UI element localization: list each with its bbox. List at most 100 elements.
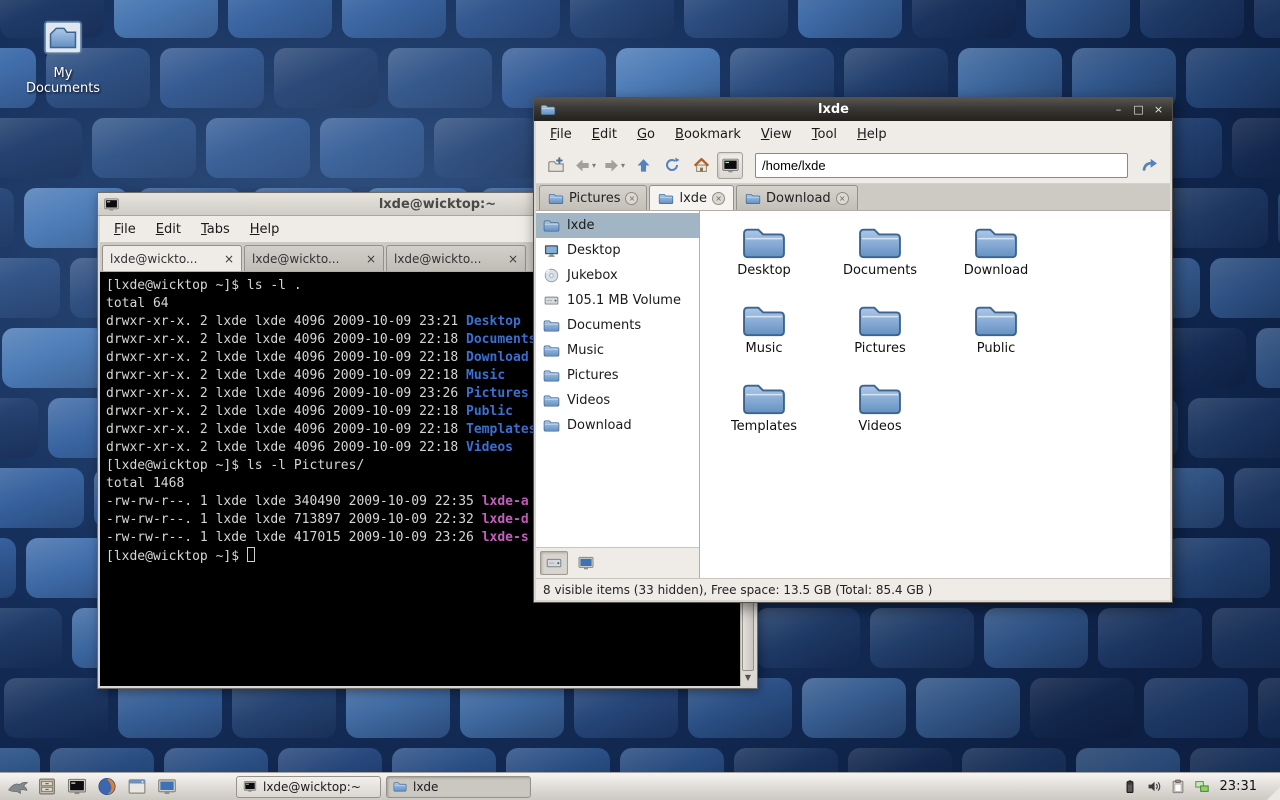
fm-tab-bar: Pictures×lxde×Download× xyxy=(536,184,1170,211)
open-terminal-button[interactable] xyxy=(717,152,743,179)
tab-close-icon[interactable]: × xyxy=(712,192,725,205)
path-input[interactable] xyxy=(755,153,1128,178)
terminal-menu-edit[interactable]: Edit xyxy=(146,219,191,240)
terminal-dir-name: Download xyxy=(466,350,529,365)
quicklaunch-file-manager-button[interactable] xyxy=(33,774,60,800)
tab-close-icon[interactable]: × xyxy=(836,192,849,205)
forward-button[interactable]: ▾ xyxy=(601,152,627,179)
fm-menubar: FileEditGoBookmarkViewToolHelp xyxy=(536,121,1170,147)
taskbar-window-lxde[interactable]: lxde xyxy=(386,776,531,798)
folder-icon xyxy=(740,379,788,417)
terminal-tab[interactable]: lxde@wickto...× xyxy=(244,245,384,271)
scrollbar-down-arrow-icon[interactable]: ▼ xyxy=(742,671,754,685)
terminal-menu-help[interactable]: Help xyxy=(240,219,290,240)
sidebar-item-label: Jukebox xyxy=(567,268,618,283)
sidebar-item-105-1-mb-volume[interactable]: 105.1 MB Volume xyxy=(536,288,699,313)
folder-item-music[interactable]: Music xyxy=(706,301,822,379)
fm-menu-help[interactable]: Help xyxy=(847,124,897,145)
quicklaunch-terminal-button[interactable] xyxy=(63,774,90,800)
terminal-tab[interactable]: lxde@wickto...× xyxy=(102,245,242,271)
clipboard-tray-icon[interactable] xyxy=(1170,779,1186,794)
folder-item-label: Pictures xyxy=(854,341,905,356)
desktop-icon-my-documents[interactable]: My Documents xyxy=(24,14,102,96)
sidebar-item-jukebox[interactable]: Jukebox xyxy=(536,263,699,288)
battery-tray-icon[interactable] xyxy=(1122,779,1138,794)
battery-icon xyxy=(1122,779,1138,794)
refresh-button[interactable] xyxy=(659,152,685,179)
taskbar-window-lxde-wicktop[interactable]: lxde@wicktop:~ xyxy=(236,776,381,798)
folder-icon xyxy=(856,301,904,339)
folder-icon xyxy=(543,368,560,383)
minimize-button[interactable]: – xyxy=(1111,102,1126,117)
up-button[interactable] xyxy=(630,152,656,179)
terminal-tab[interactable]: lxde@wickto...× xyxy=(386,245,526,271)
tab-close-icon[interactable]: × xyxy=(625,192,638,205)
sidebar-item-label: Videos xyxy=(567,393,610,408)
tab-close-icon[interactable]: × xyxy=(224,252,234,266)
folder-item-public[interactable]: Public xyxy=(938,301,1054,379)
back-history-chevron-icon[interactable]: ▾ xyxy=(592,161,596,170)
fm-menu-bookmark[interactable]: Bookmark xyxy=(665,124,751,145)
terminal-dir-name: Documents xyxy=(466,332,536,347)
sidebar-item-label: Pictures xyxy=(567,368,618,383)
folder-item-download[interactable]: Download xyxy=(938,223,1054,301)
quicklaunch-screen-button[interactable] xyxy=(153,774,180,800)
folder-icon xyxy=(543,318,560,333)
close-button[interactable]: × xyxy=(1151,102,1166,117)
quicklaunch-web-browser-button[interactable] xyxy=(93,774,120,800)
fm-tab-label: lxde xyxy=(679,191,707,206)
fm-menu-go[interactable]: Go xyxy=(627,124,665,145)
fm-client: FileEditGoBookmarkViewToolHelp ▾ ▾ Pictu… xyxy=(534,121,1172,602)
terminal-menu-file[interactable]: File xyxy=(104,219,146,240)
sidebar-item-videos[interactable]: Videos xyxy=(536,388,699,413)
maximize-button[interactable]: □ xyxy=(1131,102,1146,117)
terminal-cursor xyxy=(247,547,255,562)
terminal-dir-name: Music xyxy=(466,368,505,383)
folder-item-pictures[interactable]: Pictures xyxy=(822,301,938,379)
terminal-menu-tabs[interactable]: Tabs xyxy=(191,219,240,240)
fm-menu-tool[interactable]: Tool xyxy=(802,124,847,145)
folder-item-desktop[interactable]: Desktop xyxy=(706,223,822,301)
terminal-text: total 64 xyxy=(106,296,169,311)
volume-tray-icon[interactable] xyxy=(1146,779,1162,794)
terminal-window-icon xyxy=(104,197,119,212)
sidebar-item-music[interactable]: Music xyxy=(536,338,699,363)
fm-menu-view[interactable]: View xyxy=(751,124,802,145)
sidebar-item-label: Desktop xyxy=(567,243,621,258)
sidebar-item-desktop[interactable]: Desktop xyxy=(536,238,699,263)
tab-close-icon[interactable]: × xyxy=(366,252,376,266)
fm-statusbar: 8 visible items (33 hidden), Free space:… xyxy=(536,578,1170,600)
sidebar-item-lxde[interactable]: lxde xyxy=(536,213,699,238)
folder-item-videos[interactable]: Videos xyxy=(822,379,938,457)
fm-tab-lxde[interactable]: lxde × xyxy=(649,185,734,210)
clock[interactable]: 23:31 xyxy=(1220,779,1257,794)
sidebar-item-pictures[interactable]: Pictures xyxy=(536,363,699,388)
folder-icon xyxy=(856,223,904,261)
folder-icon xyxy=(393,780,407,793)
network-tray-icon[interactable] xyxy=(1194,779,1210,794)
fm-tab-pictures[interactable]: Pictures× xyxy=(539,185,647,210)
directory-tree-button[interactable] xyxy=(572,551,600,575)
home-button[interactable] xyxy=(688,152,714,179)
tab-close-icon[interactable]: × xyxy=(508,252,518,266)
sidebar-item-download[interactable]: Download xyxy=(536,413,699,438)
show-desktop-corner[interactable] xyxy=(1267,787,1280,800)
fm-title: lxde xyxy=(561,102,1106,117)
fm-titlebar[interactable]: lxde –□ × xyxy=(534,98,1172,121)
go-button[interactable] xyxy=(1137,152,1163,179)
fm-menu-edit[interactable]: Edit xyxy=(582,124,627,145)
fm-tab-download[interactable]: Download× xyxy=(736,185,858,210)
folder-item-documents[interactable]: Documents xyxy=(822,223,938,301)
quick-launch xyxy=(33,774,180,800)
forward-history-chevron-icon[interactable]: ▾ xyxy=(621,161,625,170)
new-tab-button[interactable] xyxy=(543,152,569,179)
sidebar-item-documents[interactable]: Documents xyxy=(536,313,699,338)
back-button[interactable]: ▾ xyxy=(572,152,598,179)
fm-menu-file[interactable]: File xyxy=(540,124,582,145)
places-pane-button[interactable] xyxy=(540,551,568,575)
start-menu-button[interactable] xyxy=(3,774,33,800)
quicklaunch-image-viewer-button[interactable] xyxy=(123,774,150,800)
new-tab-icon xyxy=(547,156,565,174)
folder-item-templates[interactable]: Templates xyxy=(706,379,822,457)
folder-icon xyxy=(658,192,674,205)
